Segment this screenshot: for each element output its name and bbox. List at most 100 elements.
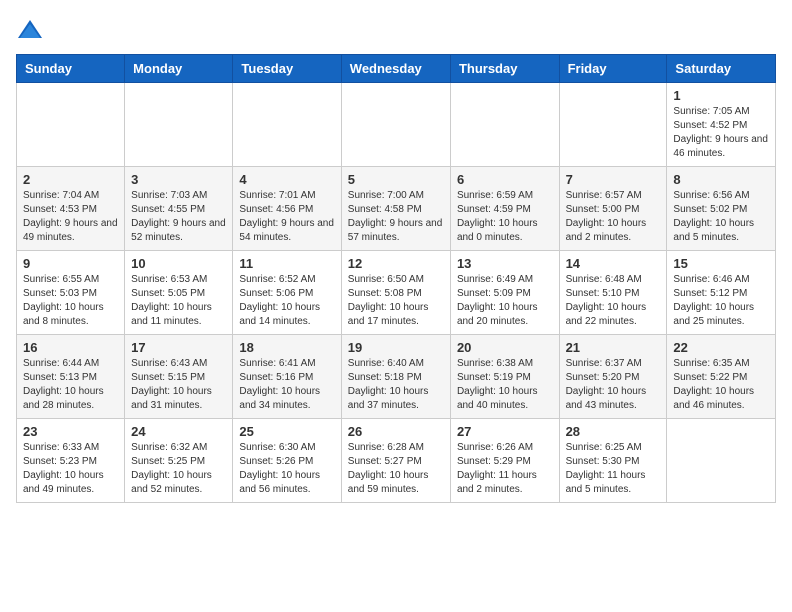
calendar-cell: 4 Sunrise: 7:01 AM Sunset: 4:56 PM Daylig… [233, 167, 341, 251]
day-info: Sunrise: 6:33 AM Sunset: 5:23 PM Dayligh… [23, 441, 118, 497]
day-info: Sunrise: 7:04 AM Sunset: 4:53 PM Dayligh… [23, 189, 118, 245]
day-info: Sunrise: 6:40 AM Sunset: 5:18 PM Dayligh… [348, 357, 444, 413]
day-number: 23 [23, 424, 118, 439]
day-number: 17 [131, 340, 226, 355]
day-number: 18 [239, 340, 334, 355]
calendar-cell: 16Sunrise: 6:44 AM Sunset: 5:13 PM Dayli… [17, 335, 125, 419]
day-info: Sunrise: 7:05 AM Sunset: 4:52 PM Dayligh… [673, 105, 769, 161]
day-info: Sunrise: 6:48 AM Sunset: 5:10 PM Dayligh… [566, 273, 661, 329]
calendar-cell: 7 Sunrise: 6:57 AM Sunset: 5:00 PM Daylig… [559, 167, 667, 251]
calendar-cell: 6 Sunrise: 6:59 AM Sunset: 4:59 PM Daylig… [450, 167, 559, 251]
day-number: 2 [23, 172, 118, 187]
calendar-cell [233, 83, 341, 167]
day-number: 24 [131, 424, 226, 439]
day-number: 9 [23, 256, 118, 271]
calendar-cell: 27 Sunrise: 6:26 AM Sunset: 5:29 PM Dayli… [450, 419, 559, 503]
day-number: 22 [673, 340, 769, 355]
day-info: Sunrise: 6:30 AM Sunset: 5:26 PM Dayligh… [239, 441, 334, 497]
day-info: Sunrise: 6:32 AM Sunset: 5:25 PM Dayligh… [131, 441, 226, 497]
calendar-week-row: 23 Sunrise: 6:33 AM Sunset: 5:23 PM Dayli… [17, 419, 776, 503]
calendar-cell: 19Sunrise: 6:40 AM Sunset: 5:18 PM Dayli… [341, 335, 450, 419]
day-number: 1 [673, 88, 769, 103]
day-info: Sunrise: 6:41 AM Sunset: 5:16 PM Dayligh… [239, 357, 334, 413]
day-number: 3 [131, 172, 226, 187]
day-number: 10 [131, 256, 226, 271]
calendar-cell: 18 Sunrise: 6:41 AM Sunset: 5:16 PM Dayli… [233, 335, 341, 419]
calendar-week-row: 1 Sunrise: 7:05 AM Sunset: 4:52 PM Daylig… [17, 83, 776, 167]
day-info: Sunrise: 6:28 AM Sunset: 5:27 PM Dayligh… [348, 441, 444, 497]
calendar-cell: 22 Sunrise: 6:35 AM Sunset: 5:22 PM Dayli… [667, 335, 776, 419]
day-info: Sunrise: 6:52 AM Sunset: 5:06 PM Dayligh… [239, 273, 334, 329]
calendar-cell: 21 Sunrise: 6:37 AM Sunset: 5:20 PM Dayli… [559, 335, 667, 419]
calendar-cell [125, 83, 233, 167]
calendar-cell [667, 419, 776, 503]
day-info: Sunrise: 6:26 AM Sunset: 5:29 PM Dayligh… [457, 441, 553, 497]
weekday-header: Wednesday [341, 55, 450, 83]
day-number: 6 [457, 172, 553, 187]
day-info: Sunrise: 6:49 AM Sunset: 5:09 PM Dayligh… [457, 273, 553, 329]
calendar-cell: 15 Sunrise: 6:46 AM Sunset: 5:12 PM Dayli… [667, 251, 776, 335]
day-info: Sunrise: 6:50 AM Sunset: 5:08 PM Dayligh… [348, 273, 444, 329]
calendar-cell: 23 Sunrise: 6:33 AM Sunset: 5:23 PM Dayli… [17, 419, 125, 503]
calendar: SundayMondayTuesdayWednesdayThursdayFrid… [16, 54, 776, 503]
calendar-cell: 8Sunrise: 6:56 AM Sunset: 5:02 PM Daylig… [667, 167, 776, 251]
day-number: 7 [566, 172, 661, 187]
day-info: Sunrise: 6:55 AM Sunset: 5:03 PM Dayligh… [23, 273, 118, 329]
day-info: Sunrise: 7:01 AM Sunset: 4:56 PM Dayligh… [239, 189, 334, 245]
day-info: Sunrise: 7:03 AM Sunset: 4:55 PM Dayligh… [131, 189, 226, 245]
day-number: 15 [673, 256, 769, 271]
calendar-cell: 1 Sunrise: 7:05 AM Sunset: 4:52 PM Daylig… [667, 83, 776, 167]
day-number: 26 [348, 424, 444, 439]
calendar-cell: 3 Sunrise: 7:03 AM Sunset: 4:55 PM Daylig… [125, 167, 233, 251]
day-info: Sunrise: 6:46 AM Sunset: 5:12 PM Dayligh… [673, 273, 769, 329]
day-info: Sunrise: 7:00 AM Sunset: 4:58 PM Dayligh… [348, 189, 444, 245]
day-number: 13 [457, 256, 553, 271]
weekday-header: Tuesday [233, 55, 341, 83]
day-number: 4 [239, 172, 334, 187]
calendar-cell: 12 Sunrise: 6:50 AM Sunset: 5:08 PM Dayli… [341, 251, 450, 335]
day-number: 11 [239, 256, 334, 271]
weekday-header: Sunday [17, 55, 125, 83]
day-info: Sunrise: 6:25 AM Sunset: 5:30 PM Dayligh… [566, 441, 661, 497]
calendar-cell: 11 Sunrise: 6:52 AM Sunset: 5:06 PM Dayli… [233, 251, 341, 335]
calendar-cell [17, 83, 125, 167]
day-info: Sunrise: 6:35 AM Sunset: 5:22 PM Dayligh… [673, 357, 769, 413]
calendar-cell [559, 83, 667, 167]
logo [16, 16, 48, 44]
calendar-cell [341, 83, 450, 167]
day-info: Sunrise: 6:43 AM Sunset: 5:15 PM Dayligh… [131, 357, 226, 413]
calendar-cell: 20 Sunrise: 6:38 AM Sunset: 5:19 PM Dayli… [450, 335, 559, 419]
calendar-cell: 24 Sunrise: 6:32 AM Sunset: 5:25 PM Dayli… [125, 419, 233, 503]
day-number: 8 [673, 172, 769, 187]
header [16, 16, 776, 44]
calendar-week-row: 9 Sunrise: 6:55 AM Sunset: 5:03 PM Daylig… [17, 251, 776, 335]
weekday-header-row: SundayMondayTuesdayWednesdayThursdayFrid… [17, 55, 776, 83]
calendar-cell [450, 83, 559, 167]
calendar-cell: 28Sunrise: 6:25 AM Sunset: 5:30 PM Dayli… [559, 419, 667, 503]
calendar-cell: 14 Sunrise: 6:48 AM Sunset: 5:10 PM Dayli… [559, 251, 667, 335]
weekday-header: Friday [559, 55, 667, 83]
day-info: Sunrise: 6:53 AM Sunset: 5:05 PM Dayligh… [131, 273, 226, 329]
day-info: Sunrise: 6:38 AM Sunset: 5:19 PM Dayligh… [457, 357, 553, 413]
day-info: Sunrise: 6:57 AM Sunset: 5:00 PM Dayligh… [566, 189, 661, 245]
day-number: 25 [239, 424, 334, 439]
day-number: 5 [348, 172, 444, 187]
weekday-header: Saturday [667, 55, 776, 83]
day-number: 14 [566, 256, 661, 271]
calendar-cell: 26 Sunrise: 6:28 AM Sunset: 5:27 PM Dayli… [341, 419, 450, 503]
calendar-cell: 9 Sunrise: 6:55 AM Sunset: 5:03 PM Daylig… [17, 251, 125, 335]
day-number: 20 [457, 340, 553, 355]
day-number: 21 [566, 340, 661, 355]
day-number: 27 [457, 424, 553, 439]
weekday-header: Thursday [450, 55, 559, 83]
day-info: Sunrise: 6:59 AM Sunset: 4:59 PM Dayligh… [457, 189, 553, 245]
day-info: Sunrise: 6:44 AM Sunset: 5:13 PM Dayligh… [23, 357, 118, 413]
calendar-cell: 13 Sunrise: 6:49 AM Sunset: 5:09 PM Dayli… [450, 251, 559, 335]
day-info: Sunrise: 6:37 AM Sunset: 5:20 PM Dayligh… [566, 357, 661, 413]
calendar-week-row: 2 Sunrise: 7:04 AM Sunset: 4:53 PM Daylig… [17, 167, 776, 251]
calendar-week-row: 16Sunrise: 6:44 AM Sunset: 5:13 PM Dayli… [17, 335, 776, 419]
weekday-header: Monday [125, 55, 233, 83]
day-number: 12 [348, 256, 444, 271]
calendar-cell: 25 Sunrise: 6:30 AM Sunset: 5:26 PM Dayli… [233, 419, 341, 503]
calendar-cell: 17 Sunrise: 6:43 AM Sunset: 5:15 PM Dayli… [125, 335, 233, 419]
